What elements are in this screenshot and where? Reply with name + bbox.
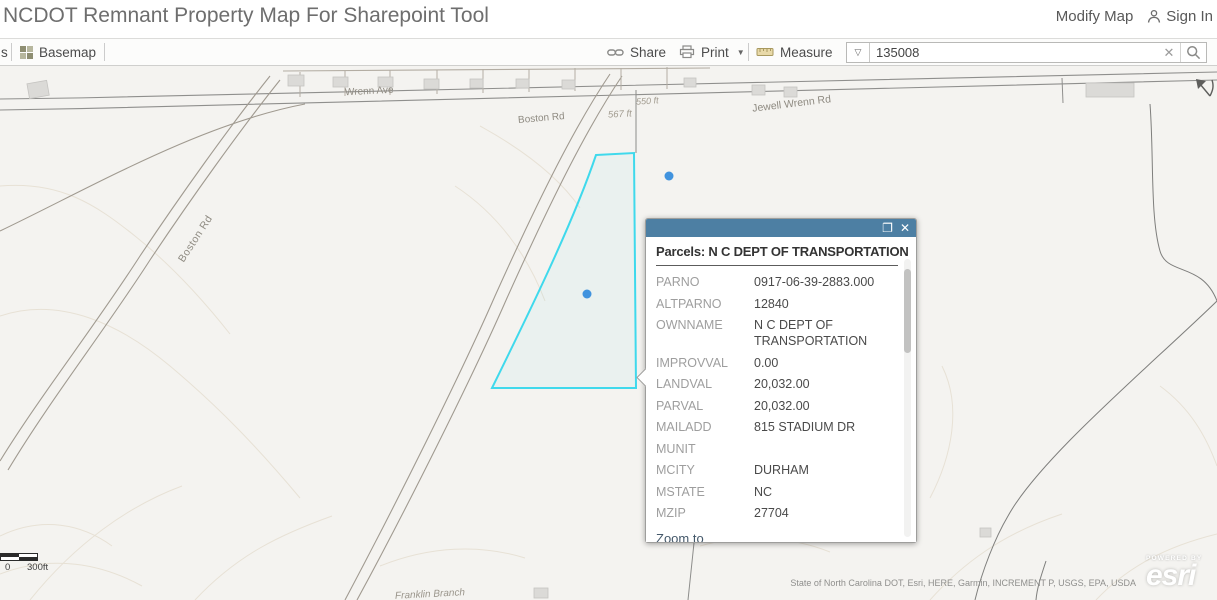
toolbar-separator bbox=[11, 43, 12, 61]
scale-bar-graphic bbox=[0, 553, 38, 561]
scale-bar: 0 300ft bbox=[0, 553, 38, 573]
map-arrow-icon bbox=[1196, 79, 1213, 96]
popup-title: Parcels: N C DEPT OF TRANSPORTATION bbox=[656, 244, 902, 259]
search-scope-dropdown[interactable]: ▽ bbox=[847, 43, 870, 62]
field-row-mzip: MZIP 27704 bbox=[656, 505, 902, 521]
app-window: NCDOT Remnant Property Map For Sharepoin… bbox=[0, 0, 1217, 600]
toolbar-separator bbox=[104, 43, 105, 61]
distance-label-550ft: 550 ft bbox=[636, 95, 659, 107]
parcel-popup: ❐ ✕ Parcels: N C DEPT OF TRANSPORTATION … bbox=[645, 218, 917, 543]
person-icon bbox=[1147, 9, 1161, 24]
field-row-mailadd: MAILADD 815 STADIUM DR bbox=[656, 419, 902, 435]
search-submit-button[interactable] bbox=[1180, 43, 1206, 62]
field-row-ownname: OWNNAME N C DEPT OF TRANSPORTATION bbox=[656, 317, 902, 349]
popup-body: Parcels: N C DEPT OF TRANSPORTATION PARN… bbox=[646, 237, 916, 542]
field-row-altparno: ALTPARNO 12840 bbox=[656, 296, 902, 312]
search-bar: ▽ ✕ bbox=[846, 42, 1207, 63]
measure-button[interactable]: Measure bbox=[756, 39, 833, 65]
zoom-to-link[interactable]: Zoom to bbox=[656, 531, 704, 543]
modify-map-link[interactable]: Modify Map bbox=[1056, 8, 1134, 25]
print-button[interactable]: Print ▼ bbox=[679, 39, 745, 65]
field-row-mstate: MSTATE NC bbox=[656, 484, 902, 500]
field-row-munit: MUNIT bbox=[656, 441, 902, 457]
search-clear-button[interactable]: ✕ bbox=[1158, 43, 1180, 62]
share-button[interactable]: Share bbox=[607, 39, 666, 65]
popup-maximize-icon[interactable]: ❐ bbox=[882, 220, 893, 236]
popup-titlebar[interactable]: ❐ ✕ bbox=[646, 219, 916, 237]
field-row-parno: PARNO 0917-06-39-2883.000 bbox=[656, 274, 902, 290]
field-row-mcity: MCITY DURHAM bbox=[656, 462, 902, 478]
map-canvas[interactable] bbox=[0, 66, 1217, 600]
page-title: NCDOT Remnant Property Map For Sharepoin… bbox=[3, 4, 489, 28]
esri-brand-label: esri bbox=[1146, 562, 1212, 591]
close-icon: ✕ bbox=[1164, 45, 1175, 61]
scale-distance-label: 300ft bbox=[27, 562, 48, 573]
map-attribution: State of North Carolina DOT, Esri, HERE,… bbox=[790, 578, 1136, 588]
chevron-down-icon: ▽ bbox=[855, 47, 862, 58]
scale-zero-label: 0 bbox=[5, 562, 10, 573]
map-viewport[interactable]: Wrenn Ave Boston Rd Jewell Wrenn Rd 550 … bbox=[0, 66, 1217, 600]
popup-divider bbox=[656, 265, 898, 266]
sign-in-link[interactable]: Sign In bbox=[1147, 8, 1213, 25]
field-row-improvval: IMPROVVAL 0.00 bbox=[656, 355, 902, 371]
printer-icon bbox=[679, 45, 695, 59]
share-link-icon bbox=[607, 47, 624, 58]
popup-close-icon[interactable]: ✕ bbox=[900, 220, 910, 236]
field-row-parval: PARVAL 20,032.00 bbox=[656, 398, 902, 414]
search-icon bbox=[1186, 45, 1201, 60]
popup-scrollbar-track[interactable] bbox=[904, 259, 911, 537]
header: NCDOT Remnant Property Map For Sharepoin… bbox=[0, 0, 1217, 38]
distance-label-567ft: 567 ft bbox=[608, 108, 632, 120]
esri-logo: POWERED BY esri bbox=[1146, 555, 1212, 591]
field-row-landval: LANDVAL 20,032.00 bbox=[656, 376, 902, 392]
basemap-button[interactable]: Basemap bbox=[20, 39, 96, 65]
print-dropdown-caret-icon: ▼ bbox=[737, 48, 745, 57]
search-input[interactable] bbox=[870, 43, 1158, 62]
details-button-partial[interactable]: s bbox=[1, 39, 8, 65]
toolbar: s Basemap Share bbox=[0, 38, 1217, 66]
header-actions: Modify Map Sign In bbox=[1056, 8, 1213, 25]
basemap-grid-icon bbox=[20, 46, 33, 59]
popup-scrollbar-thumb[interactable] bbox=[904, 269, 911, 353]
measure-ruler-icon bbox=[756, 46, 774, 58]
toolbar-separator bbox=[748, 43, 749, 61]
